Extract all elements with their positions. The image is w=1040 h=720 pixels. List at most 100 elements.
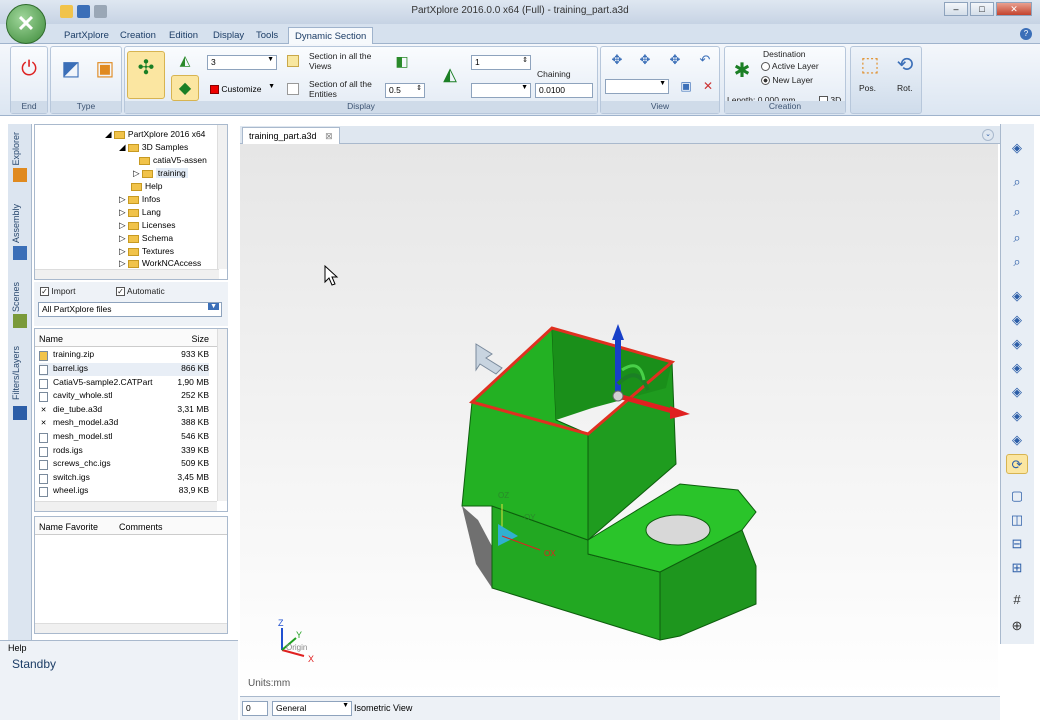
- list-item[interactable]: switch.igs 3,45 MB: [39, 472, 209, 485]
- document-tab[interactable]: training_part.a3d ⊠: [242, 127, 340, 144]
- list-item[interactable]: wheel.igs 83,9 KB: [39, 485, 209, 498]
- tab-explorer[interactable]: Explorer: [11, 132, 21, 166]
- tab-tools[interactable]: Tools: [250, 27, 284, 44]
- rotate-view-icon[interactable]: ⟳: [1006, 454, 1028, 474]
- view-cube-top-icon[interactable]: ◈: [1006, 310, 1028, 330]
- section-entities-toggle[interactable]: [287, 83, 299, 95]
- list-item[interactable]: ✕ mesh_model.a3d 388 KB: [39, 417, 209, 430]
- hatch-combo[interactable]: 3 ▼: [207, 55, 277, 70]
- layer-select[interactable]: General ▼: [272, 701, 352, 716]
- column-name-favorite[interactable]: Name Favorite: [39, 522, 98, 532]
- tree-item[interactable]: ▷ Licenses: [119, 220, 175, 231]
- view-cube-xy-icon[interactable]: ◈: [1006, 334, 1028, 354]
- split-horizontal-icon[interactable]: ⊟: [1006, 534, 1028, 554]
- tree-hscrollbar[interactable]: [35, 269, 219, 279]
- print-icon[interactable]: [94, 5, 107, 18]
- active-layer-radio[interactable]: Active Layer: [761, 61, 819, 72]
- zoom-in-icon[interactable]: ⌕: [1006, 228, 1028, 248]
- delete-view-icon[interactable]: ✕: [699, 77, 717, 95]
- list-item[interactable]: cavity_whole.stl 252 KB: [39, 390, 209, 403]
- tab-list-icon[interactable]: ⌄: [982, 129, 994, 141]
- tab-dynamic-section[interactable]: Dynamic Section: [288, 27, 374, 44]
- view-cube-xz-icon[interactable]: ◈: [1006, 382, 1028, 402]
- column-comments[interactable]: Comments: [119, 522, 163, 532]
- color-combo[interactable]: Customize ▼: [207, 83, 277, 98]
- list-item[interactable]: ✕ die_tube.a3d 3,31 MB: [39, 404, 209, 417]
- section-view-icon[interactable]: ◭: [173, 49, 197, 71]
- tree-item[interactable]: Help: [131, 181, 162, 191]
- tree-item[interactable]: ▷ WorkNCAccess: [119, 258, 201, 269]
- close-tab-icon[interactable]: ⊠: [325, 131, 333, 141]
- tree-scrollbar[interactable]: [217, 125, 227, 269]
- tab-partxplore[interactable]: PartXplore: [58, 27, 115, 44]
- end-icon[interactable]: ⏻: [13, 53, 45, 87]
- layer-number-field[interactable]: 0: [242, 701, 268, 716]
- tree-item[interactable]: ◢ PartXplore 2016 x64: [105, 129, 205, 140]
- column-name[interactable]: Name: [39, 334, 63, 344]
- close-button[interactable]: ✕: [996, 2, 1032, 16]
- tab-edition[interactable]: Edition: [163, 27, 204, 44]
- zoom-out-icon[interactable]: ⌕: [1006, 252, 1028, 272]
- view-cube-zx-icon[interactable]: ◈: [1006, 286, 1028, 306]
- new-layer-radio[interactable]: New Layer: [761, 75, 813, 86]
- list-item[interactable]: barrel.igs 866 KB: [39, 363, 209, 376]
- section-plane-icon[interactable]: ◩: [55, 53, 87, 87]
- automatic-checkbox[interactable]: ✓ Automatic: [116, 286, 165, 297]
- clip-icon[interactable]: ◧: [389, 49, 415, 73]
- save-view-icon[interactable]: ▣: [677, 77, 695, 95]
- tab-display[interactable]: Display: [207, 27, 250, 44]
- view-cube-yz-icon[interactable]: ◈: [1006, 358, 1028, 378]
- section-box-icon[interactable]: ▣: [89, 53, 121, 87]
- zoom-fit-icon[interactable]: ⌕: [1006, 202, 1028, 222]
- step-spinner[interactable]: 1 ⇕: [471, 55, 531, 70]
- view-side-icon[interactable]: ✥: [633, 49, 657, 71]
- position-icon[interactable]: ⬚: [853, 49, 887, 79]
- app-menu-button[interactable]: ✕: [6, 4, 46, 44]
- favorites-hscrollbar[interactable]: [35, 623, 227, 633]
- four-views-icon[interactable]: ⊞: [1006, 558, 1028, 578]
- file-list-scrollbar[interactable]: [217, 329, 227, 501]
- axis-triad-icon[interactable]: ✣: [127, 51, 165, 99]
- list-item[interactable]: training.zip 933 KB: [39, 349, 209, 362]
- list-item[interactable]: rods.igs 339 KB: [39, 445, 209, 458]
- tree-item[interactable]: catiaV5-assen: [139, 155, 207, 165]
- rotation-icon[interactable]: ⟲: [889, 49, 921, 79]
- rotation-label[interactable]: Rot.: [897, 83, 913, 93]
- tree-item[interactable]: ◢ 3D Samples: [119, 142, 188, 153]
- minimize-button[interactable]: –: [944, 2, 968, 16]
- view-cube-zx2-icon[interactable]: ◈: [1006, 430, 1028, 450]
- tree-item[interactable]: ▷ Textures: [119, 246, 174, 257]
- position-label[interactable]: Pos.: [859, 83, 876, 93]
- split-vertical-icon[interactable]: ◫: [1006, 510, 1028, 530]
- file-type-select[interactable]: All PartXplore files ▼: [38, 302, 222, 317]
- grid-icon[interactable]: #: [1006, 590, 1028, 610]
- 3d-viewport[interactable]: OZ OY OX Z Y X Origin Units:mm: [240, 144, 998, 696]
- tree-item[interactable]: ▷ Schema: [119, 233, 173, 244]
- cut-plane-icon[interactable]: ◭: [437, 59, 463, 89]
- list-item[interactable]: mesh_model.stl 546 KB: [39, 431, 209, 444]
- undo-icon[interactable]: ↶: [693, 49, 717, 71]
- model-view[interactable]: OZ OY OX Z Y X Origin Units:mm: [240, 144, 998, 696]
- column-size[interactable]: Size: [191, 334, 209, 344]
- import-checkbox[interactable]: ✓ Import: [40, 286, 75, 297]
- list-item[interactable]: CatiaV5-sample2.CATPart 1,90 MB: [39, 377, 209, 390]
- zoom-window-icon[interactable]: ⌕: [1006, 172, 1028, 192]
- open-folder-icon[interactable]: [60, 5, 73, 18]
- tab-scenes[interactable]: Scenes: [11, 282, 21, 312]
- transparency-spinner[interactable]: 0.5 ⇕: [385, 83, 425, 98]
- file-list-hscrollbar[interactable]: [35, 501, 217, 511]
- view-front-icon[interactable]: ✥: [605, 49, 629, 71]
- tab-assembly[interactable]: Assembly: [11, 204, 21, 243]
- single-view-icon[interactable]: ▢: [1006, 486, 1028, 506]
- maximize-button[interactable]: □: [970, 2, 994, 16]
- tree-item[interactable]: ▷ Lang: [119, 207, 161, 218]
- chaining-field[interactable]: 0.0100: [535, 83, 593, 98]
- chaining-mode-combo[interactable]: ▼: [471, 83, 531, 98]
- cube-view-icon[interactable]: ◈: [1006, 138, 1028, 158]
- create-section-icon[interactable]: ✱: [727, 55, 757, 87]
- section-views-toggle[interactable]: [287, 55, 299, 67]
- target-icon[interactable]: ⊕: [1006, 616, 1028, 636]
- tab-creation[interactable]: Creation: [114, 27, 162, 44]
- view-top-icon[interactable]: ✥: [663, 49, 687, 71]
- view-cube-iso-icon[interactable]: ◈: [1006, 406, 1028, 426]
